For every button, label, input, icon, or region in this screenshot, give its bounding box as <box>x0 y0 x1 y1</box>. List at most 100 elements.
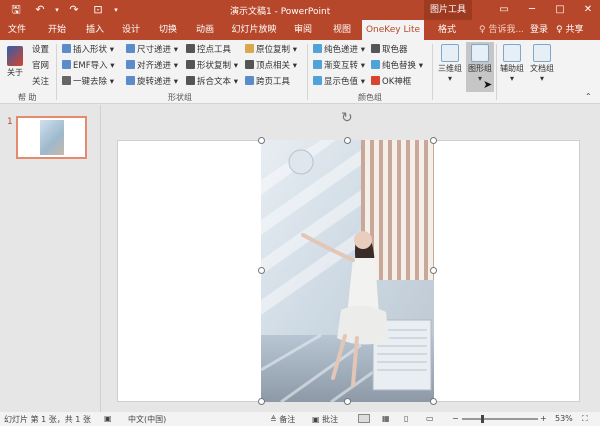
group-divider <box>496 44 497 100</box>
show-color-value-button[interactable]: 显示色值 ▾ <box>313 76 365 88</box>
tab-home[interactable]: 开始 <box>44 20 70 40</box>
fit-slide-icon[interactable]: ⛶ <box>582 414 588 424</box>
resize-handle-bottom-left[interactable] <box>258 398 265 405</box>
solid-color-replace-icon <box>371 60 380 69</box>
resize-handle-bottom[interactable] <box>344 398 351 405</box>
document-group-button[interactable]: 文档组 ▾ <box>528 42 556 92</box>
redo-icon[interactable]: ↷ <box>62 2 86 18</box>
cross-page-tool-button[interactable]: 跨页工具 <box>245 76 290 88</box>
picture-tools-context-label: 图片工具 <box>424 0 472 20</box>
slide-thumbnail[interactable] <box>16 116 87 159</box>
zoom-level[interactable]: 53% <box>555 414 573 423</box>
slide-thumbnail-pane: 1 <box>0 105 101 412</box>
tab-slideshow[interactable]: 幻灯片放映 <box>229 20 279 40</box>
dropdown-icon[interactable]: ▾ <box>52 2 62 18</box>
tab-design[interactable]: 设计 <box>118 20 144 40</box>
minimize-icon[interactable]: ─ <box>518 2 546 18</box>
title-bar: 🖫 ↶ ▾ ↷ ⊡ ▾ 演示文稿1 - PowerPoint 图片工具 ▭ ─ … <box>0 0 600 20</box>
resize-handle-left[interactable] <box>258 267 265 274</box>
language-status[interactable]: 中文(中国) <box>128 414 166 425</box>
tell-me-search[interactable]: ♀ 告诉我... <box>479 20 524 40</box>
tab-format[interactable]: 格式 <box>432 20 462 40</box>
size-progressive-icon <box>126 44 135 53</box>
shape-copy-button[interactable]: 形状复制 ▾ <box>186 60 238 72</box>
slide-sorter-icon[interactable]: ▦ <box>382 414 390 423</box>
present-icon[interactable]: ⊡ <box>86 2 110 18</box>
graphic-group-icon <box>471 44 489 62</box>
undo-icon[interactable]: ↶ <box>28 2 52 18</box>
tab-insert[interactable]: 插入 <box>82 20 108 40</box>
resize-handle-top-right[interactable] <box>430 137 437 144</box>
maximize-icon[interactable]: □ <box>546 2 574 18</box>
status-bar: 幻灯片 第 1 张，共 1 张 ▣ 中文(中国) ≜ 备注 ▣ 批注 ▦ ▯ ▭… <box>0 412 600 426</box>
zoom-in-icon[interactable]: + <box>540 414 547 423</box>
solid-color-progressive-label: 纯色递进 ▾ <box>324 45 365 55</box>
spellcheck-icon[interactable]: ▣ <box>104 414 112 423</box>
login-button[interactable]: 登录 <box>530 20 548 40</box>
settings-button[interactable]: 设置 <box>32 44 49 56</box>
official-site-button[interactable]: 官网 <box>32 60 49 72</box>
zoom-slider-thumb[interactable] <box>481 415 484 423</box>
work-area: 1 ↻ <box>0 105 600 412</box>
split-merge-text-icon <box>186 76 195 85</box>
comments-button[interactable]: ▣ 批注 <box>312 414 338 425</box>
notes-button[interactable]: ≜ 备注 <box>270 414 295 425</box>
photo-image <box>261 140 434 402</box>
3d-group-button[interactable]: 三维组 ▾ <box>436 42 464 92</box>
selected-photo[interactable] <box>261 140 434 402</box>
gradient-swap-icon <box>313 60 322 69</box>
graphic-group-button[interactable]: 图形组 ▾ ➤ <box>466 42 494 92</box>
follow-button[interactable]: 关注 <box>32 76 49 88</box>
normal-view-icon[interactable] <box>358 414 370 423</box>
close-icon[interactable]: ✕ <box>574 2 600 18</box>
solid-color-progressive-button[interactable]: 纯色递进 ▾ <box>313 44 365 56</box>
align-progressive-label: 对齐递进 ▾ <box>137 61 178 71</box>
auxiliary-group-button[interactable]: 辅助组 ▾ <box>498 42 526 92</box>
tab-review[interactable]: 审阅 <box>290 20 316 40</box>
save-icon[interactable]: 🖫 <box>4 2 28 18</box>
ribbon-display-icon[interactable]: ▭ <box>490 2 518 18</box>
color-picker-label: 取色器 <box>382 45 408 55</box>
align-progressive-button[interactable]: 对齐递进 ▾ <box>126 60 178 72</box>
rotate-handle-icon[interactable]: ↻ <box>341 110 353 126</box>
about-button[interactable]: 关于 <box>4 42 26 92</box>
slideshow-view-icon[interactable]: ▭ <box>426 414 434 423</box>
control-point-tool-button[interactable]: 控点工具 <box>186 44 231 56</box>
collapse-ribbon-icon[interactable]: ⌃ <box>585 92 592 101</box>
solid-color-replace-button[interactable]: 纯色替换 ▾ <box>371 60 423 72</box>
resize-handle-right[interactable] <box>430 267 437 274</box>
emf-import-button[interactable]: EMF导入 ▾ <box>62 60 115 72</box>
document-group-label: 文档组 ▾ <box>530 64 554 83</box>
tab-file[interactable]: 文件 <box>4 20 30 40</box>
one-click-remove-button[interactable]: 一键去除 ▾ <box>62 76 114 88</box>
resize-handle-top-left[interactable] <box>258 137 265 144</box>
insert-shape-button[interactable]: 插入形状 ▾ <box>62 44 114 56</box>
size-progressive-button[interactable]: 尺寸递进 ▾ <box>126 44 178 56</box>
rotate-progressive-button[interactable]: 旋转递进 ▾ <box>126 76 178 88</box>
gradient-swap-label: 渐变互转 ▾ <box>324 61 365 71</box>
size-progressive-label: 尺寸递进 ▾ <box>137 45 178 55</box>
reading-view-icon[interactable]: ▯ <box>404 414 408 423</box>
share-button[interactable]: ♀ 共享 <box>556 20 583 40</box>
customize-icon[interactable]: ▾ <box>110 2 122 18</box>
resize-handle-bottom-right[interactable] <box>430 398 437 405</box>
ok-magic-frame-button[interactable]: OK神框 <box>371 76 411 88</box>
tab-transitions[interactable]: 切换 <box>155 20 181 40</box>
group-divider <box>307 44 308 100</box>
in-place-copy-button[interactable]: 原位复制 ▾ <box>245 44 297 56</box>
zoom-slider[interactable] <box>462 415 538 423</box>
tab-animations[interactable]: 动画 <box>192 20 218 40</box>
color-picker-button[interactable]: 取色器 <box>371 44 408 56</box>
tab-onekey-lite[interactable]: OneKey Lite <box>362 20 424 40</box>
resize-handle-top[interactable] <box>344 137 351 144</box>
split-merge-text-label: 拆合文本 ▾ <box>197 77 238 87</box>
vertex-related-button[interactable]: 顶点相关 ▾ <box>245 60 297 72</box>
tab-view[interactable]: 视图 <box>329 20 355 40</box>
zoom-out-icon[interactable]: − <box>452 414 459 423</box>
ribbon: 关于 设置 官网 关注 帮 助 插入形状 ▾ EMF导入 ▾ 一键去除 ▾ 尺寸… <box>0 40 600 104</box>
powerpoint-window: 🖫 ↶ ▾ ↷ ⊡ ▾ 演示文稿1 - PowerPoint 图片工具 ▭ ─ … <box>0 0 600 426</box>
split-merge-text-button[interactable]: 拆合文本 ▾ <box>186 76 238 88</box>
gradient-swap-button[interactable]: 渐变互转 ▾ <box>313 60 365 72</box>
auxiliary-group-label: 辅助组 ▾ <box>500 64 524 83</box>
solid-color-icon <box>313 44 322 53</box>
